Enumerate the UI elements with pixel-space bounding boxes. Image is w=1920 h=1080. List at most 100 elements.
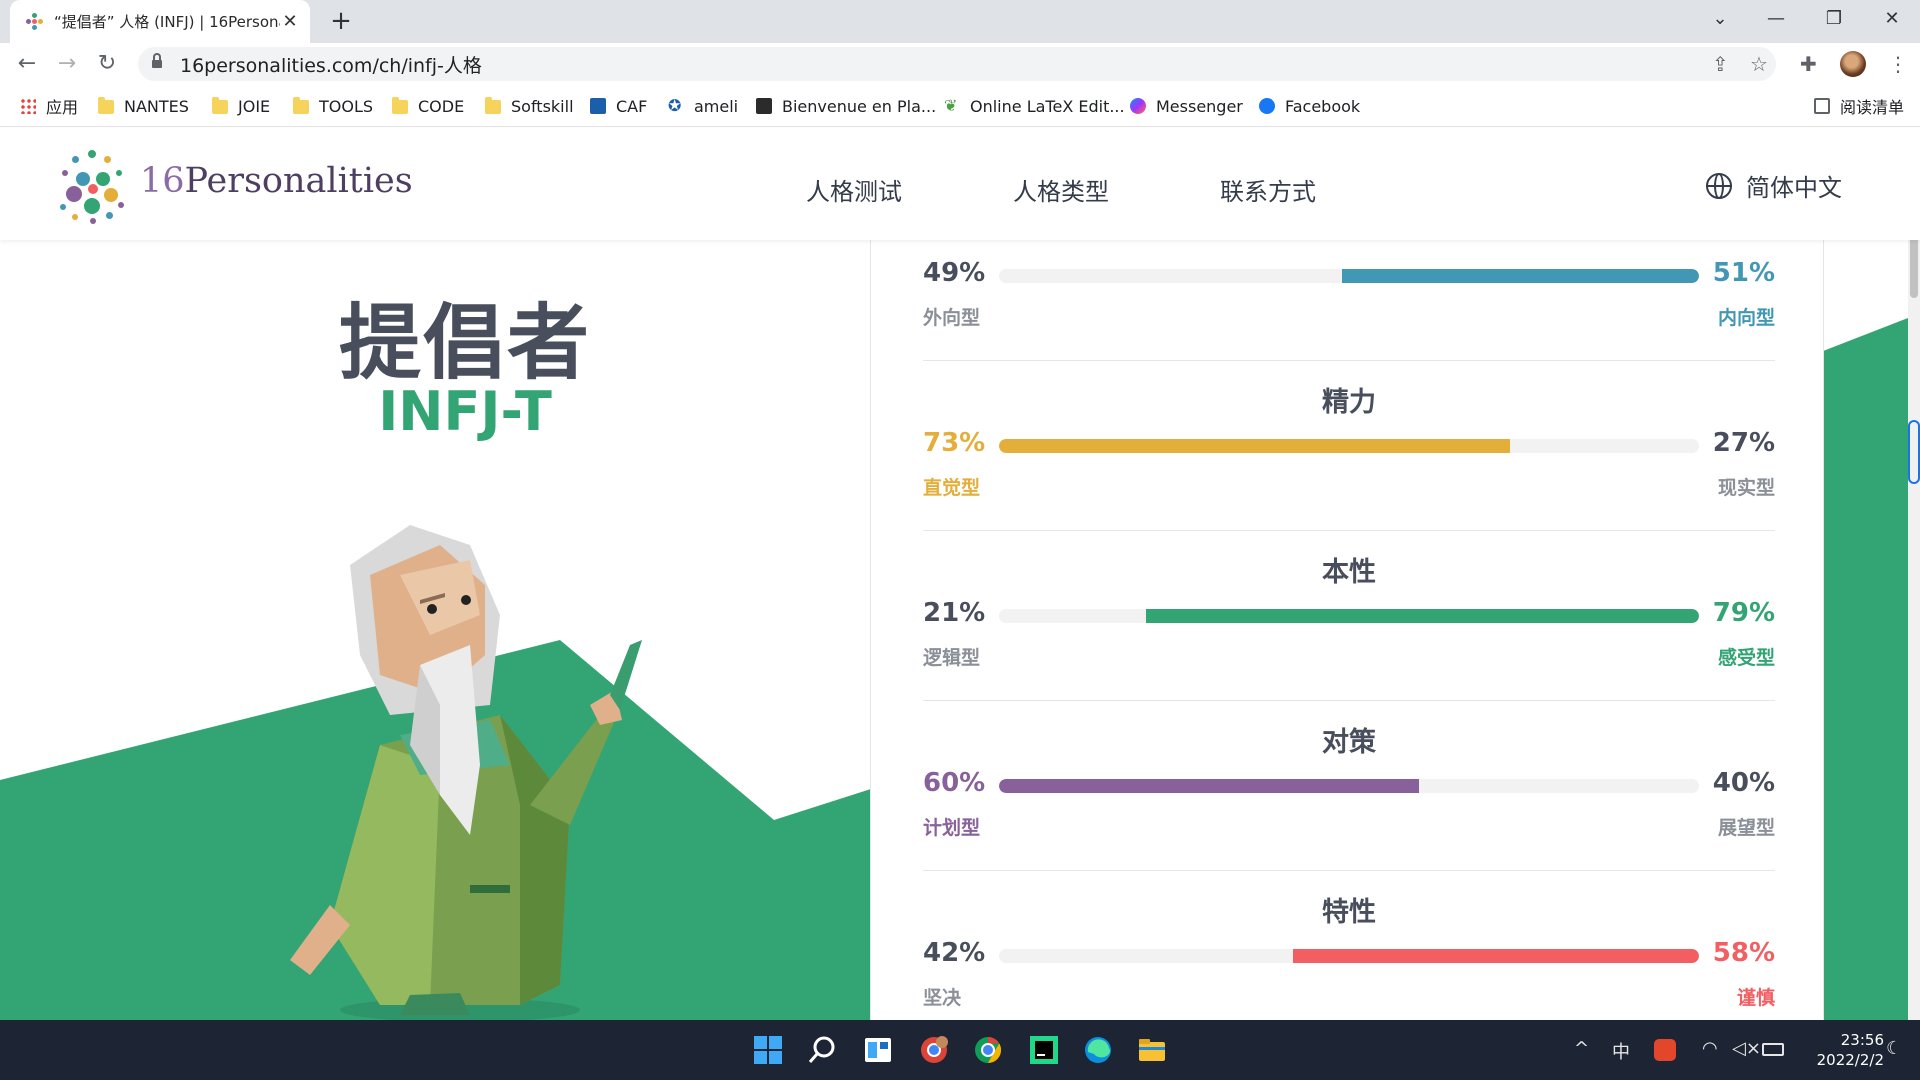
trait-bar [999,949,1699,963]
search-icon[interactable] [806,1034,838,1066]
url-text[interactable]: 16personalities.com/ch/infj-人格 [180,51,482,78]
close-window-button[interactable]: ✕ [1872,8,1912,29]
caf-icon [590,98,606,114]
page-scrollbar[interactable] [1908,128,1920,1020]
bookmark-nantes[interactable]: NANTES [98,85,189,127]
site-header: 16Personalities 人格测试 人格类型 联系方式 简体中文 [0,128,1920,240]
16personalities-favicon-icon [26,12,44,31]
trait-right-label: 谨慎 [1736,987,1775,1009]
trait-name: 本性 [1322,557,1376,588]
file-explorer-icon[interactable] [1136,1034,1168,1066]
reading-list[interactable]: 阅读清单 [1814,85,1904,127]
folder-icon [485,97,501,114]
bookmark-messenger[interactable]: Messenger [1130,85,1243,127]
bookmark-bienvenue[interactable]: Bienvenue en Pla... [756,85,936,127]
wifi-icon[interactable]: ◠ [1702,1038,1718,1059]
folder-icon [392,97,408,114]
nav-personality-test[interactable]: 人格测试 [806,172,902,207]
brand-name[interactable]: 16Personalities [140,161,413,201]
edge-icon[interactable] [1082,1034,1114,1066]
bookmark-apps[interactable]: 应用 [20,85,78,127]
trait-bar [999,609,1699,623]
site-icon [756,98,772,114]
trait-left-percent: 21% [923,598,986,628]
bookmarks-bar: 应用 NANTES JOIE TOOLS CODE Softskill CAF … [0,85,1920,127]
trait-right-label: 感受型 [1717,647,1775,669]
minimize-button[interactable]: — [1756,8,1796,29]
sogou-input-icon[interactable] [1654,1039,1676,1061]
chrome-profile-app-icon[interactable] [918,1034,950,1066]
overleaf-icon: ❦ [944,96,958,115]
trait-left-percent: 42% [923,938,986,968]
reload-icon[interactable]: ↻ [92,52,122,76]
trait-right-label: 现实型 [1717,477,1775,499]
16personalities-logo-icon[interactable] [60,150,132,224]
traits-card: 49% 51% 外向型 内向型 精力 73% 27% 直觉型 现实型 本性 21% 79% 逻辑型 感受型… [870,240,1824,1020]
trait-right-label: 展望型 [1717,817,1775,839]
globe-icon [1706,172,1732,199]
nav-contact[interactable]: 联系方式 [1220,172,1316,207]
bookmark-facebook[interactable]: Facebook [1259,85,1360,127]
hidden-icons-chevron-icon[interactable]: ^ [1574,1038,1589,1059]
bookmark-star-icon[interactable]: ☆ [1750,47,1768,81]
bookmark-tools[interactable]: TOOLS [293,85,373,127]
bookmark-joie[interactable]: JOIE [212,85,270,127]
personality-type-code: INFJ-T [378,380,552,443]
maximize-button[interactable]: ❐ [1814,8,1854,29]
back-arrow-icon[interactable]: ← [12,52,42,76]
browser-toolbar: ← → ↻ 16personalities.com/ch/infj-人格 ⇪ ☆… [0,43,1920,85]
chrome-icon[interactable] [972,1034,1004,1066]
nav-personality-types[interactable]: 人格类型 [1013,172,1109,207]
personality-type-title: 提倡者 [338,296,591,391]
trait-right-label: 内向型 [1717,307,1775,329]
trait-bar-fill [1146,609,1699,623]
profile-avatar[interactable] [1840,51,1866,77]
windows-taskbar: ^ 中 ◠ ◁× 23:56 2022/2/2 ☾ [0,1020,1920,1080]
menu-kebab-icon[interactable]: ⋮ [1888,52,1908,76]
trait-divider [923,530,1775,531]
windows-start-icon[interactable] [752,1034,784,1066]
trait-row: 49% 51% 外向型 内向型 [923,240,1775,380]
extensions-puzzle-icon[interactable]: ✚ [1800,52,1817,76]
address-bar[interactable]: 16personalities.com/ch/infj-人格 ⇪ ☆ [138,47,1776,81]
messenger-icon [1130,98,1146,114]
trait-left-label: 逻辑型 [923,647,981,669]
volume-muted-icon[interactable]: ◁× [1732,1038,1761,1059]
trait-bar [999,779,1699,793]
tab-search-chevron-icon[interactable]: ⌄ [1700,8,1740,29]
reading-list-icon [1814,98,1830,114]
system-clock[interactable]: 23:56 2022/2/2 [1794,1030,1884,1070]
notification-moon-icon[interactable]: ☾ [1886,1038,1902,1059]
trait-right-percent: 40% [1712,768,1775,798]
trait-left-label: 坚决 [923,987,962,1009]
bookmark-caf[interactable]: CAF [590,85,647,127]
trait-bar [999,439,1699,453]
forward-arrow-icon[interactable]: → [52,52,82,76]
trait-divider [923,360,1775,361]
folder-icon [293,97,309,114]
trait-bar [999,269,1699,283]
trait-right-percent: 79% [1712,598,1775,628]
battery-icon[interactable] [1762,1043,1784,1056]
bookmark-ameli[interactable]: ✪ ameli [668,85,738,127]
clock-time: 23:56 [1840,1031,1884,1049]
trait-left-percent: 60% [923,768,986,798]
bookmark-softskill[interactable]: Softskill [485,85,574,127]
ime-indicator[interactable]: 中 [1612,1038,1630,1064]
trait-name: 对策 [1322,727,1376,758]
trait-left-label: 外向型 [923,307,981,329]
ameli-icon: ✪ [668,96,682,115]
widgets-icon[interactable] [862,1034,894,1066]
bookmark-code[interactable]: CODE [392,85,464,127]
new-tab-button[interactable]: + [326,6,356,36]
trait-row: 对策 60% 40% 计划型 展望型 [923,720,1775,890]
clion-icon[interactable] [1028,1034,1060,1066]
bookmark-overleaf[interactable]: ❦ Online LaTeX Edit... [944,85,1125,127]
trait-right-percent: 27% [1712,428,1775,458]
share-icon[interactable]: ⇪ [1712,47,1729,81]
language-selector[interactable]: 简体中文 [1706,168,1842,203]
browser-tab[interactable]: “提倡者” 人格 (INFJ) | 16Personalities ✕ [10,0,310,43]
trait-left-percent: 49% [923,258,986,288]
lock-icon[interactable] [152,53,162,70]
tab-close-icon[interactable]: ✕ [280,11,300,32]
